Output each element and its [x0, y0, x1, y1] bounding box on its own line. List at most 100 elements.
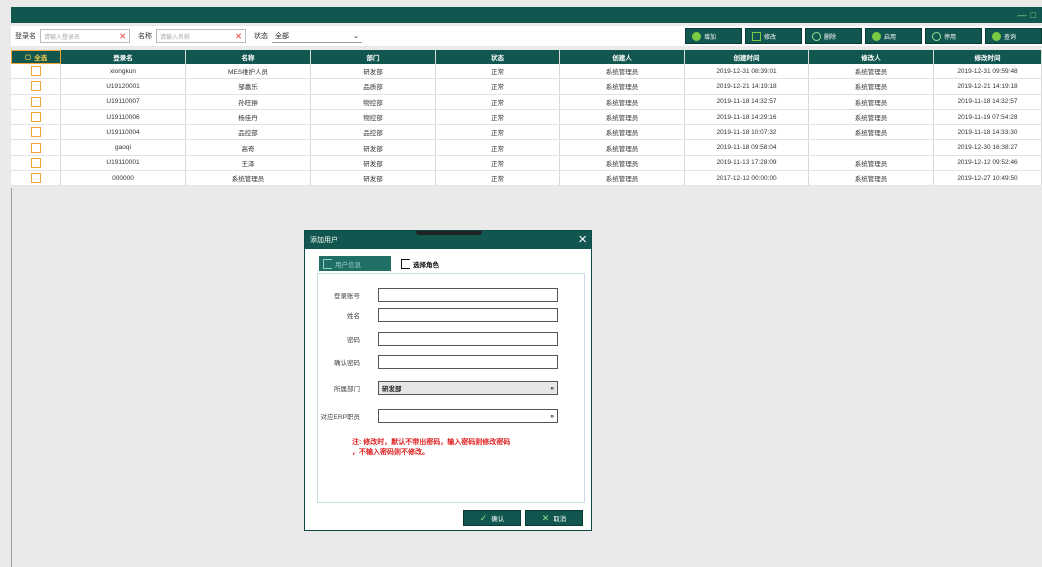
confirm-button[interactable]: ✓ 确认: [463, 510, 521, 526]
table-cell: 系统管理员: [809, 171, 934, 186]
table-cell: U19120001: [61, 79, 186, 94]
table-cell: 系统管理员: [560, 171, 685, 186]
delete-icon: [812, 31, 821, 41]
confirm-password-field[interactable]: [378, 355, 558, 369]
dialog-title-bar: 添加用户 ×: [305, 231, 591, 249]
edit-button[interactable]: 修改: [745, 28, 802, 44]
table-cell: 正常: [436, 155, 560, 171]
table-cell: 2019-11-18 14:29:16: [685, 109, 809, 125]
account-label: 登录账号: [334, 293, 360, 300]
row-checkbox-cell[interactable]: [11, 79, 61, 94]
table-row[interactable]: U19110006 杨佳丹 物控部 正常 系统管理员 2019-11-18 14:29:1…: [11, 109, 1042, 126]
column-header[interactable]: 创建人: [560, 50, 685, 64]
select-all[interactable]: ▢ 全选: [11, 50, 61, 64]
department-select[interactable]: 研发部»: [378, 381, 558, 395]
department-label: 所属部门: [334, 386, 360, 393]
query-button[interactable]: 查询: [985, 28, 1042, 44]
table-cell: 正常: [436, 109, 560, 125]
column-header[interactable]: 名称: [186, 50, 311, 64]
column-header[interactable]: 登录名: [61, 50, 186, 64]
row-checkbox-cell[interactable]: [11, 64, 61, 79]
tab-user-info[interactable]: 用户信息: [319, 256, 391, 271]
table-cell: 系统管理员: [560, 125, 685, 140]
table-cell: 2019-12-21 14:19:18: [685, 79, 809, 94]
table-cell: 系统管理员: [809, 94, 934, 109]
erp-select[interactable]: »: [378, 409, 558, 423]
table-cell: 物控部: [311, 94, 436, 109]
tab-select-role[interactable]: 选择角色: [397, 256, 443, 271]
row-checkbox-cell[interactable]: [11, 109, 61, 125]
check-icon: ✓: [479, 512, 488, 523]
table-cell: U19110001: [61, 155, 186, 171]
table-cell: 2019-12-30 16:38:27: [934, 140, 1042, 155]
row-checkbox[interactable]: [30, 81, 41, 92]
enable-button[interactable]: 启用: [865, 28, 922, 44]
row-checkbox[interactable]: [30, 127, 41, 138]
chevron-down-icon: ⌄: [353, 32, 359, 40]
password-field[interactable]: [378, 332, 558, 346]
column-header[interactable]: 部门: [311, 50, 436, 64]
table-row[interactable]: U19110007 孙旺翀 物控部 正常 系统管理员 2019-11-18 14:32:5…: [11, 94, 1042, 110]
disable-button[interactable]: 停用: [925, 28, 982, 44]
table-row[interactable]: U19120001 邹嘉乐 品质部 正常 系统管理员 2019-12-21 14:19:1…: [11, 79, 1042, 95]
row-checkbox-cell[interactable]: [11, 171, 61, 186]
row-checkbox[interactable]: [30, 66, 41, 77]
minimize-icon[interactable]: —: [1018, 10, 1027, 20]
cancel-button[interactable]: ✕ 取消: [525, 510, 583, 526]
clear-icon[interactable]: ✕: [235, 32, 242, 41]
table-cell: 品控部: [311, 125, 436, 140]
column-header[interactable]: 修改人: [809, 50, 934, 64]
drag-handle[interactable]: [416, 231, 482, 235]
close-icon[interactable]: ×: [578, 232, 587, 247]
table-cell: 王泽: [186, 155, 311, 171]
column-header[interactable]: 状态: [436, 50, 560, 64]
table-cell: 2019-11-18 09:58:04: [685, 140, 809, 155]
table-row[interactable]: U19110004 品控部 品控部 正常 系统管理员 2019-11-18 10:07:3…: [11, 125, 1042, 141]
table-cell: 系统管理员: [560, 64, 685, 79]
table-cell: 2019-11-19 07:54:28: [934, 109, 1042, 125]
table-cell: 系统管理员: [809, 125, 934, 140]
restore-icon[interactable]: □: [1031, 10, 1036, 20]
chevron-down-icon: »: [550, 384, 554, 392]
password-label: 密码: [347, 337, 360, 344]
column-header[interactable]: 修改时间: [934, 50, 1042, 64]
login-name-input[interactable]: 请输入登录名 ✕: [40, 29, 130, 43]
row-checkbox-cell[interactable]: [11, 155, 61, 171]
delete-button[interactable]: 删除: [805, 28, 862, 44]
row-checkbox[interactable]: [30, 173, 41, 184]
clear-icon[interactable]: ✕: [119, 32, 126, 41]
erp-label: 对应ERP职员: [320, 414, 360, 421]
table-cell: 杨佳丹: [186, 109, 311, 125]
filter-bar: 登录名 请输入登录名 ✕ 名称 请输入名称 ✕ 状态 全部 ⌄ 增加 修改 删除 启用…: [11, 26, 1042, 46]
add-button[interactable]: 增加: [685, 28, 742, 44]
row-checkbox[interactable]: [30, 157, 41, 168]
status-select[interactable]: 全部 ⌄: [272, 29, 362, 43]
row-checkbox[interactable]: [30, 96, 41, 107]
stop-icon: [932, 31, 941, 41]
row-checkbox-cell[interactable]: [11, 125, 61, 140]
row-checkbox[interactable]: [30, 112, 41, 123]
table-cell: 系统管理员: [560, 79, 685, 94]
table-row[interactable]: U19110001 王泽 研发部 正常 系统管理员 2019-11-13 17:28:09…: [11, 155, 1042, 172]
edit-icon: [752, 31, 761, 41]
table-header: ▢ 全选 登录名 名称 部门 状态 创建人 创建时间 修改人 修改时间: [11, 50, 1042, 64]
table-cell: 系统管理员: [186, 171, 311, 186]
row-checkbox[interactable]: [30, 142, 41, 153]
table-cell: 孙旺翀: [186, 94, 311, 109]
row-checkbox-cell[interactable]: [11, 94, 61, 109]
name-input[interactable]: 请输入名称 ✕: [156, 29, 246, 43]
account-field[interactable]: [378, 288, 558, 302]
row-checkbox-cell[interactable]: [11, 140, 61, 155]
close-icon: ✕: [541, 512, 550, 523]
table-row[interactable]: xiongkun MES维护人员 研发部 正常 系统管理员 2019-12-31 08:3…: [11, 64, 1042, 80]
name-label: 名称: [138, 33, 152, 40]
table-row[interactable]: 000000 系统管理员 研发部 正常 系统管理员 2017-12-12 00:00:00…: [11, 171, 1042, 187]
table-cell: 2019-12-21 14:19:18: [934, 79, 1042, 94]
status-label: 状态: [254, 33, 268, 40]
column-header[interactable]: 创建时间: [685, 50, 809, 64]
table-cell: 系统管理员: [560, 94, 685, 109]
name-field[interactable]: [378, 308, 558, 322]
table-cell: 2019-11-18 14:32:57: [934, 94, 1042, 109]
table-cell: 研发部: [311, 171, 436, 186]
table-row[interactable]: gaoqi 高奇 研发部 正常 系统管理员 2019-11-18 09:58:04 2019…: [11, 140, 1042, 156]
